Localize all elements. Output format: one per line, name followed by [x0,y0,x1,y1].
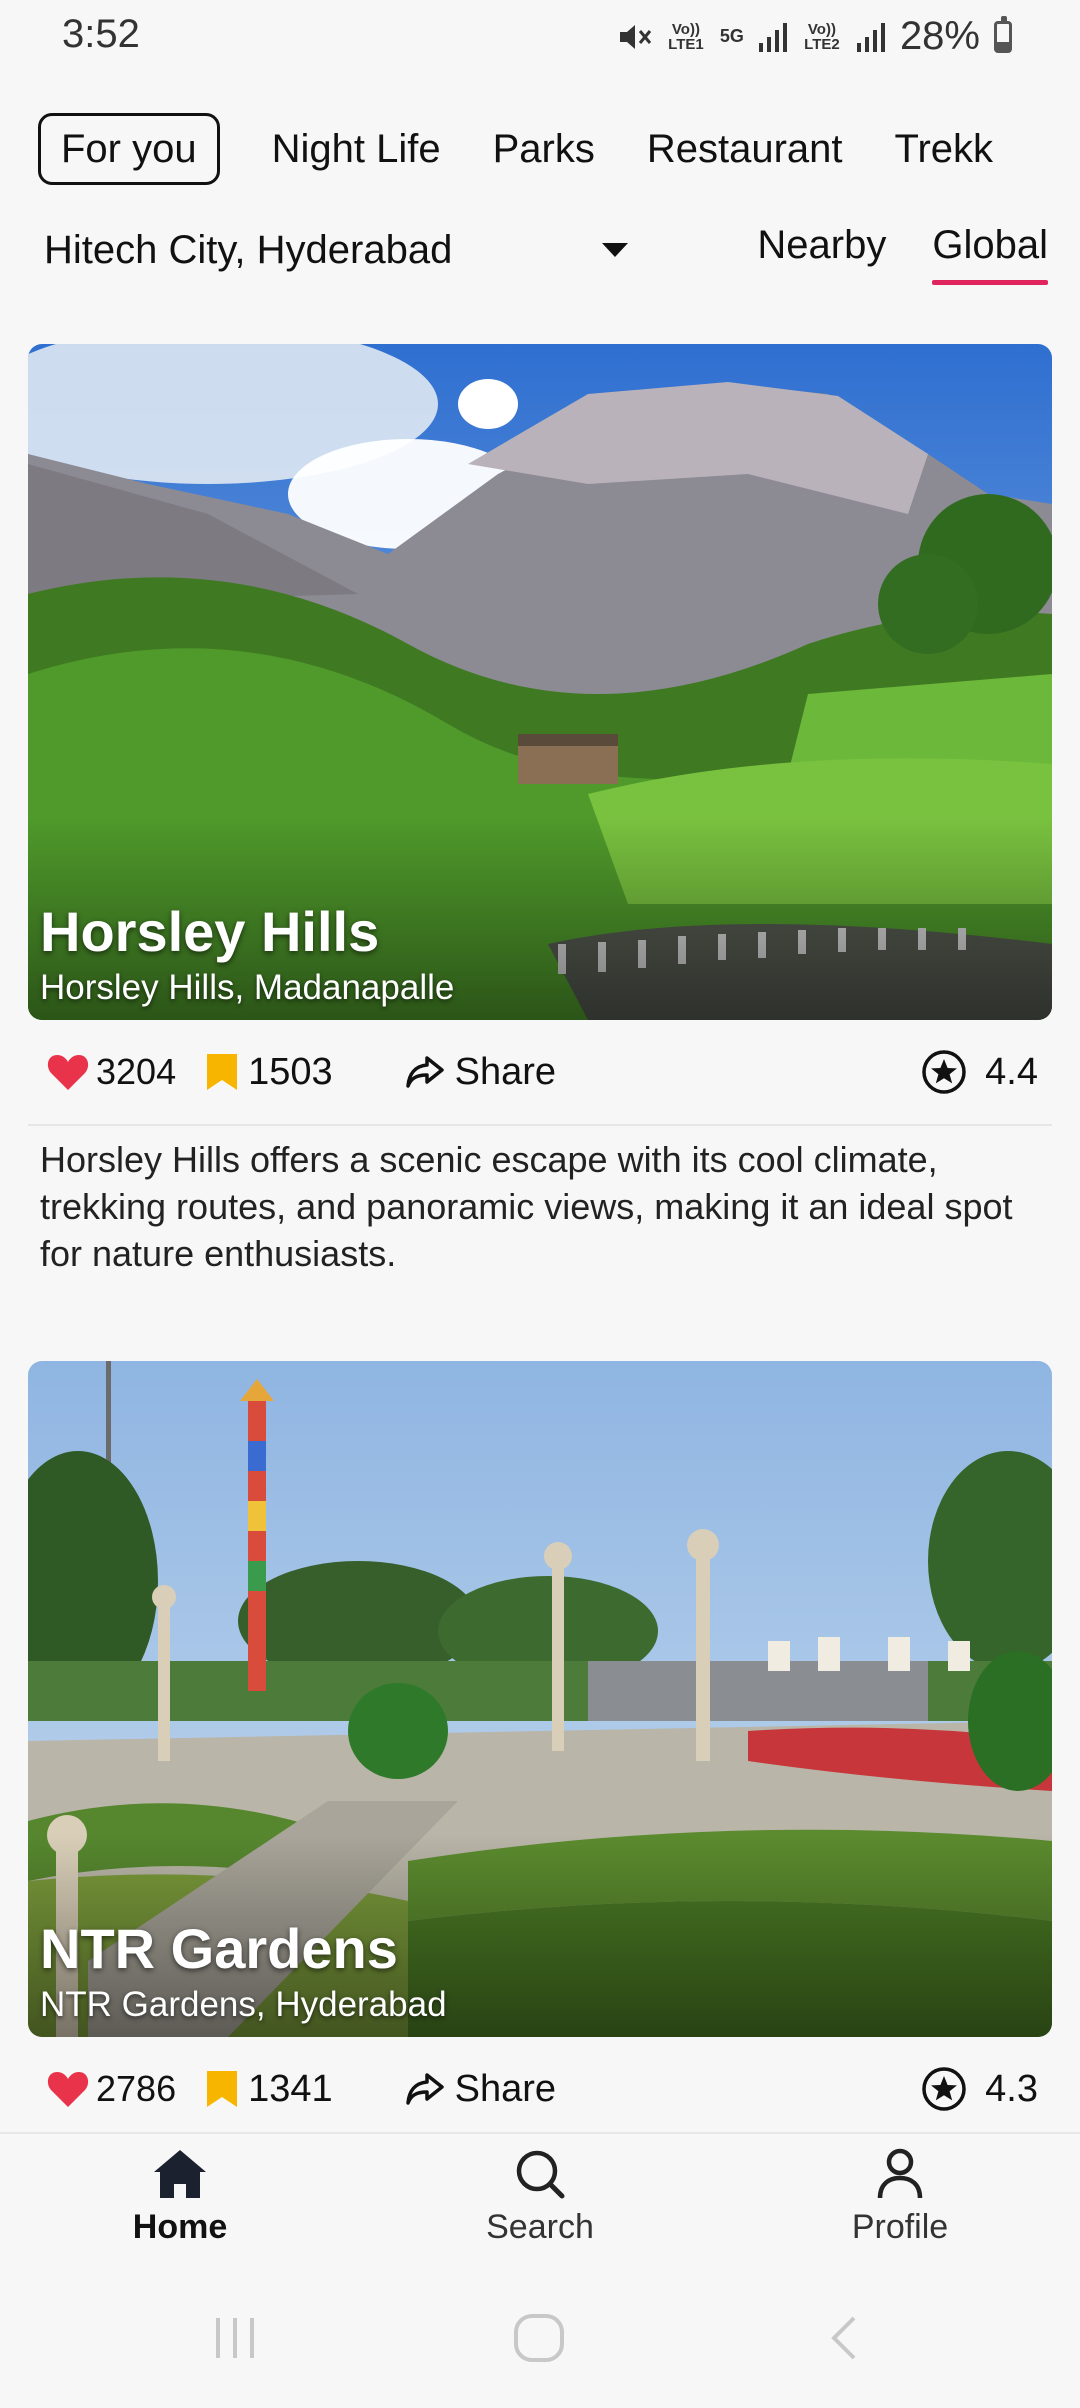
nav-search[interactable]: Search [360,2134,720,2268]
card-actions: 2786 1341 Share 4.3 [28,2037,1052,2141]
tab-for-you[interactable]: For you [38,113,220,185]
bottom-nav: Home Search Profile [0,2132,1080,2268]
star-circle-icon [922,1050,966,1094]
place-location: NTR Gardens, Hyderabad [40,1985,447,2024]
save-count: 1503 [248,1050,333,1093]
share-icon [405,2073,444,2105]
volte-lte1-icon: Vo)) LTE1 [668,20,704,53]
status-bar: 3:52 Vo)) LTE1 5G Vo)) LTE2 28% [0,0,1080,70]
rating-value: 4.3 [985,2067,1038,2110]
nav-profile-label: Profile [851,2208,949,2246]
search-icon [516,2150,565,2199]
home-icon [154,2150,206,2198]
place-title: NTR Gardens [40,1917,398,1980]
like-button[interactable]: 3204 [46,1051,176,1093]
star-circle-icon [922,2067,966,2111]
place-location: Horsley Hills, Madanapalle [40,968,455,1007]
share-label: Share [454,1050,557,1093]
rating: 4.3 [921,2037,1038,2141]
volte-lte2-icon: Vo)) LTE2 [804,20,840,53]
home-circle-icon [514,2314,564,2362]
tab-night-life[interactable]: Night Life [272,112,441,186]
category-tabs: For you Night Life Parks Restaurant Trek… [38,112,1080,186]
signal-icon [856,21,886,53]
location-row: Hitech City, Hyderabad Nearby Global [44,215,1048,285]
like-button[interactable]: 2786 [46,2068,176,2110]
battery-percent: 28% [899,14,980,58]
nav-home-label: Home [132,2208,228,2246]
place-card[interactable]: NTR Gardens NTR Gardens, Hyderabad 2786 … [28,1361,1052,2141]
tab-parks[interactable]: Parks [493,112,595,186]
back-button[interactable] [820,2308,870,2373]
place-description: Horsley Hills offers a scenic escape wit… [40,1139,1013,1274]
nav-home[interactable]: Home [0,2134,360,2268]
signal-icon [758,21,788,53]
place-card[interactable]: Horsley Hills Horsley Hills, Madanapalle… [28,344,1052,1277]
place-image[interactable]: Horsley Hills Horsley Hills, Madanapalle [28,344,1052,1020]
5g-icon: 5G [719,26,744,46]
tab-nearby[interactable]: Nearby [757,209,886,281]
location-label: Hitech City, Hyderabad [44,227,453,272]
share-icon [405,1056,444,1088]
status-time: 3:52 [62,12,140,56]
location-dropdown[interactable]: Hitech City, Hyderabad [44,215,634,285]
back-icon [831,2316,856,2360]
card-actions: 3204 1503 Share 4.4 [28,1020,1052,1124]
heart-icon [47,2072,89,2107]
place-image[interactable]: NTR Gardens NTR Gardens, Hyderabad [28,1361,1052,2037]
share-button[interactable]: Share [405,1051,556,1094]
rating: 4.4 [921,1020,1038,1124]
heart-icon [47,1055,89,1090]
tab-trekking[interactable]: Trekk [895,112,994,186]
save-count: 1341 [248,2067,333,2110]
recents-icon [216,2318,254,2358]
caret-down-icon [602,243,628,257]
bookmark-icon [207,1054,238,1090]
save-button[interactable]: 1341 [204,2068,333,2111]
bookmark-icon [207,2071,238,2107]
status-icons: Vo)) LTE1 5G Vo)) LTE2 28% [616,14,1012,59]
scope-tabs: Nearby Global [757,209,1048,285]
tab-global[interactable]: Global [932,209,1048,285]
nav-search-label: Search [486,2208,594,2246]
tab-restaurant[interactable]: Restaurant [647,112,843,186]
recents-button[interactable] [210,2308,260,2373]
share-button[interactable]: Share [405,2068,556,2111]
battery-icon [994,15,1012,53]
rating-value: 4.4 [985,1050,1038,1093]
like-count: 3204 [96,1051,177,1092]
nav-profile[interactable]: Profile [720,2134,1080,2268]
place-title: Horsley Hills [40,900,380,963]
system-nav [0,2268,1080,2408]
home-system-button[interactable] [510,2308,570,2373]
like-count: 2786 [96,2068,177,2109]
mute-icon [616,19,652,55]
profile-icon [877,2148,923,2199]
share-label: Share [454,2067,557,2110]
save-button[interactable]: 1503 [204,1051,333,1094]
